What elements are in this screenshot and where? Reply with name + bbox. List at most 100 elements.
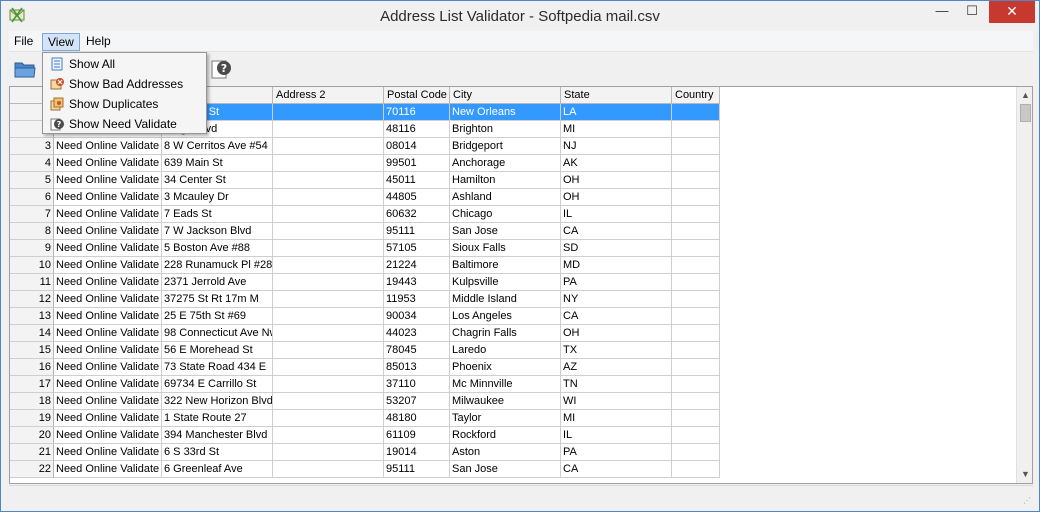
cell-postal-code[interactable]: 44805 xyxy=(384,189,450,206)
cell-state[interactable]: OH xyxy=(561,172,672,189)
cell-state[interactable]: OH xyxy=(561,325,672,342)
cell-status[interactable]: Need Online Validate xyxy=(54,291,162,308)
cell-row-number[interactable]: 15 xyxy=(10,342,54,359)
cell-address-1[interactable]: 34 Center St xyxy=(162,172,273,189)
cell-row-number[interactable]: 13 xyxy=(10,308,54,325)
cell-country[interactable] xyxy=(672,444,720,461)
close-button[interactable]: ✕ xyxy=(989,1,1035,23)
cell-address-2[interactable] xyxy=(273,325,384,342)
cell-row-number[interactable]: 9 xyxy=(10,240,54,257)
cell-address-1[interactable]: 25 E 75th St #69 xyxy=(162,308,273,325)
table-row[interactable]: 3 Need Online Validate 8 W Cerritos Ave #5… xyxy=(10,138,720,155)
cell-status[interactable]: Need Online Validate xyxy=(54,189,162,206)
cell-row-number[interactable]: 21 xyxy=(10,444,54,461)
table-row[interactable]: 14 Need Online Validate 98 Connecticut Ave… xyxy=(10,325,720,342)
cell-address-2[interactable] xyxy=(273,291,384,308)
cell-city[interactable]: Chagrin Falls xyxy=(450,325,561,342)
cell-postal-code[interactable]: 95111 xyxy=(384,223,450,240)
cell-state[interactable]: MD xyxy=(561,257,672,274)
cell-city[interactable]: Bridgeport xyxy=(450,138,561,155)
table-row[interactable]: 10 Need Online Validate 228 Runamuck Pl #2… xyxy=(10,257,720,274)
cell-address-1[interactable]: 6 Greenleaf Ave xyxy=(162,461,273,478)
cell-country[interactable] xyxy=(672,138,720,155)
cell-state[interactable]: TX xyxy=(561,342,672,359)
table-row[interactable]: 22 Need Online Validate 6 Greenleaf Ave 951… xyxy=(10,461,720,478)
cell-postal-code[interactable]: 60632 xyxy=(384,206,450,223)
menu-item-show-all[interactable]: Show All xyxy=(45,54,204,74)
cell-address-2[interactable] xyxy=(273,410,384,427)
header-state[interactable]: State xyxy=(561,87,672,104)
minimize-button[interactable]: — xyxy=(926,1,958,23)
cell-state[interactable]: AK xyxy=(561,155,672,172)
cell-country[interactable] xyxy=(672,376,720,393)
cell-state[interactable]: NY xyxy=(561,291,672,308)
cell-address-2[interactable] xyxy=(273,427,384,444)
cell-address-1[interactable]: 322 New Horizon Blvd xyxy=(162,393,273,410)
cell-city[interactable]: Baltimore xyxy=(450,257,561,274)
table-row[interactable]: 15 Need Online Validate 56 E Morehead St 78… xyxy=(10,342,720,359)
cell-postal-code[interactable]: 37110 xyxy=(384,376,450,393)
cell-address-2[interactable] xyxy=(273,359,384,376)
cell-postal-code[interactable]: 78045 xyxy=(384,342,450,359)
table-row[interactable]: 6 Need Online Validate 3 Mcauley Dr 44805 As… xyxy=(10,189,720,206)
cell-address-1[interactable]: 1 State Route 27 xyxy=(162,410,273,427)
header-city[interactable]: City xyxy=(450,87,561,104)
cell-address-1[interactable]: 3 Mcauley Dr xyxy=(162,189,273,206)
cell-city[interactable]: Sioux Falls xyxy=(450,240,561,257)
cell-status[interactable]: Need Online Validate xyxy=(54,257,162,274)
cell-city[interactable]: Brighton xyxy=(450,121,561,138)
cell-city[interactable]: Milwaukee xyxy=(450,393,561,410)
cell-city[interactable]: Aston xyxy=(450,444,561,461)
cell-row-number[interactable]: 18 xyxy=(10,393,54,410)
cell-country[interactable] xyxy=(672,206,720,223)
cell-city[interactable]: Ashland xyxy=(450,189,561,206)
cell-address-2[interactable] xyxy=(273,308,384,325)
cell-country[interactable] xyxy=(672,427,720,444)
cell-row-number[interactable]: 19 xyxy=(10,410,54,427)
table-row[interactable]: 13 Need Online Validate 25 E 75th St #69 90… xyxy=(10,308,720,325)
cell-status[interactable]: Need Online Validate xyxy=(54,274,162,291)
table-row[interactable]: 16 Need Online Validate 73 State Road 434 … xyxy=(10,359,720,376)
header-country[interactable]: Country xyxy=(672,87,720,104)
cell-country[interactable] xyxy=(672,461,720,478)
cell-address-2[interactable] xyxy=(273,206,384,223)
cell-state[interactable]: PA xyxy=(561,444,672,461)
cell-status[interactable]: Need Online Validate xyxy=(54,393,162,410)
cell-status[interactable]: Need Online Validate xyxy=(54,427,162,444)
cell-state[interactable]: WI xyxy=(561,393,672,410)
cell-state[interactable]: SD xyxy=(561,240,672,257)
cell-state[interactable]: CA xyxy=(561,308,672,325)
table-row[interactable]: 18 Need Online Validate 322 New Horizon Bl… xyxy=(10,393,720,410)
cell-address-1[interactable]: 69734 E Carrillo St xyxy=(162,376,273,393)
scrollbar-thumb[interactable] xyxy=(1020,104,1031,122)
cell-row-number[interactable]: 14 xyxy=(10,325,54,342)
cell-state[interactable]: MI xyxy=(561,121,672,138)
cell-postal-code[interactable]: 48180 xyxy=(384,410,450,427)
cell-row-number[interactable]: 3 xyxy=(10,138,54,155)
cell-city[interactable]: Middle Island xyxy=(450,291,561,308)
cell-address-2[interactable] xyxy=(273,223,384,240)
cell-address-2[interactable] xyxy=(273,342,384,359)
cell-row-number[interactable]: 17 xyxy=(10,376,54,393)
cell-row-number[interactable]: 8 xyxy=(10,223,54,240)
table-row[interactable]: 4 Need Online Validate 639 Main St 99501 Anc… xyxy=(10,155,720,172)
cell-city[interactable]: Anchorage xyxy=(450,155,561,172)
scroll-up-arrow-icon[interactable]: ▲ xyxy=(1017,87,1032,104)
scroll-down-arrow-icon[interactable]: ▼ xyxy=(1017,466,1032,483)
cell-address-1[interactable]: 73 State Road 434 E xyxy=(162,359,273,376)
cell-country[interactable] xyxy=(672,359,720,376)
cell-postal-code[interactable]: 57105 xyxy=(384,240,450,257)
cell-status[interactable]: Need Online Validate xyxy=(54,444,162,461)
cell-address-2[interactable] xyxy=(273,121,384,138)
cell-row-number[interactable]: 22 xyxy=(10,461,54,478)
cell-address-1[interactable]: 8 W Cerritos Ave #54 xyxy=(162,138,273,155)
cell-postal-code[interactable]: 48116 xyxy=(384,121,450,138)
cell-country[interactable] xyxy=(672,257,720,274)
cell-city[interactable]: San Jose xyxy=(450,461,561,478)
cell-status[interactable]: Need Online Validate xyxy=(54,138,162,155)
cell-country[interactable] xyxy=(672,104,720,121)
cell-status[interactable]: Need Online Validate xyxy=(54,342,162,359)
cell-postal-code[interactable]: 99501 xyxy=(384,155,450,172)
help-icon[interactable]: ? xyxy=(209,58,233,80)
open-folder-icon[interactable] xyxy=(13,58,37,80)
